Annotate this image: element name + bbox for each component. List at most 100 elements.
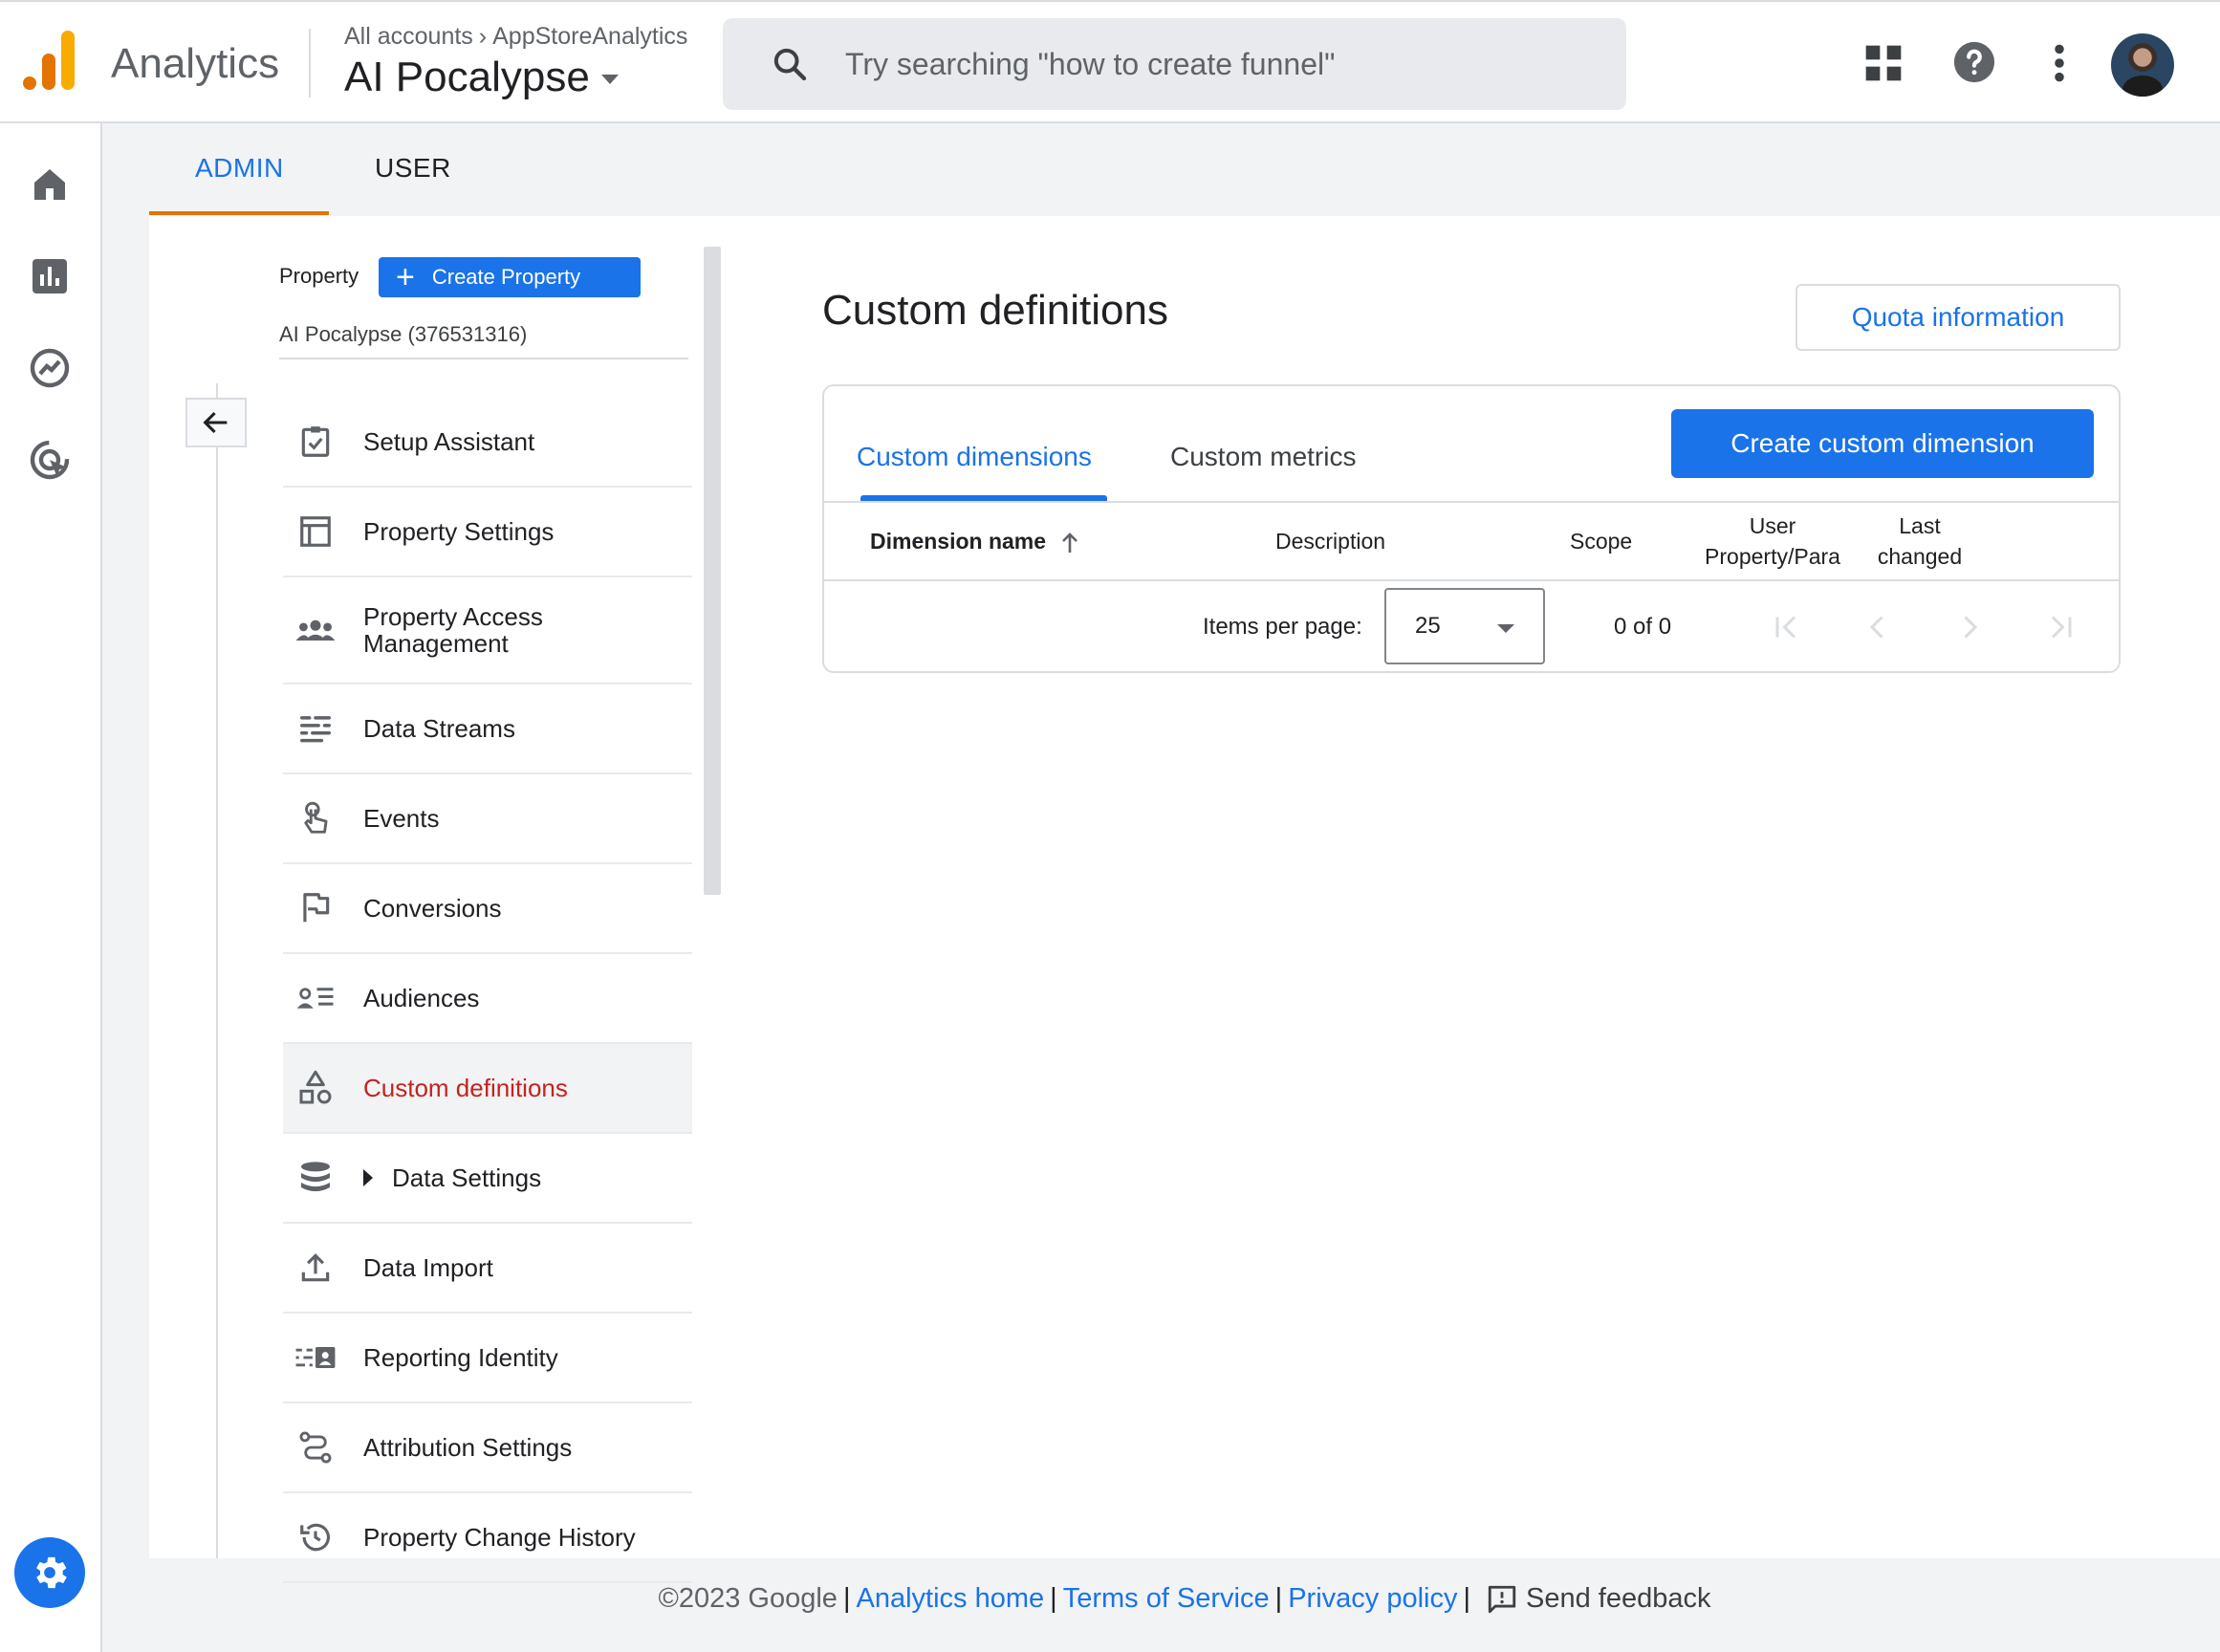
menu-item-label: Property Settings xyxy=(363,517,555,546)
attribution-icon xyxy=(294,1426,337,1468)
database-icon xyxy=(294,1157,337,1199)
expand-arrow-icon[interactable] xyxy=(363,1169,373,1186)
column-header-user-property[interactable]: User Property/Para xyxy=(1698,511,1847,572)
menu-item-conversions[interactable]: Conversions xyxy=(283,864,692,954)
reports-icon[interactable] xyxy=(27,253,73,299)
menu-item-custom-definitions[interactable]: Custom definitions xyxy=(283,1044,692,1134)
menu-item-property-settings[interactable]: Property Settings xyxy=(283,488,692,577)
caret-down-icon xyxy=(600,75,619,85)
more-vert-icon[interactable] xyxy=(2048,42,2071,84)
column-header-description[interactable]: Description xyxy=(1275,526,1385,556)
menu-item-label: Data Import xyxy=(363,1253,493,1282)
footer-separator: | xyxy=(1274,1583,1283,1614)
create-custom-dimension-button[interactable]: Create custom dimension xyxy=(1671,409,2094,478)
next-page-icon[interactable] xyxy=(1952,610,1987,644)
arrow-back-icon xyxy=(203,411,228,434)
divider xyxy=(309,29,311,98)
left-nav xyxy=(0,123,102,1652)
app-name: Analytics xyxy=(111,40,280,87)
send-feedback-label: Send feedback xyxy=(1526,1583,1711,1614)
shapes-icon xyxy=(294,1067,337,1109)
menu-item-label: Property Access Management xyxy=(363,602,543,658)
sort-ascending-icon[interactable] xyxy=(1059,532,1080,554)
definitions-card: Custom dimensions Custom metrics Create … xyxy=(822,384,2121,673)
footer-link-analytics-home[interactable]: Analytics home xyxy=(856,1583,1044,1614)
people-icon xyxy=(294,609,337,651)
menu-item-label: Events xyxy=(363,804,440,833)
analytics-logo-icon[interactable] xyxy=(23,31,76,90)
footer-separator: | xyxy=(842,1583,851,1614)
dropdown-arrow-icon xyxy=(1497,624,1514,633)
page-title: Custom definitions xyxy=(822,287,1168,334)
column-header-line: Property/Para xyxy=(1705,544,1840,569)
divider xyxy=(279,358,688,359)
column-header-scope[interactable]: Scope xyxy=(1570,526,1632,556)
breadcrumb[interactable]: All accounts › AppStoreAnalytics xyxy=(344,23,687,51)
menu-item-setup-assistant[interactable]: Setup Assistant xyxy=(283,398,692,488)
streams-icon xyxy=(294,707,337,750)
menu-item-reporting-identity[interactable]: Reporting Identity xyxy=(283,1314,692,1403)
tab-user[interactable]: USER xyxy=(375,153,451,184)
back-button[interactable] xyxy=(185,398,247,447)
breadcrumb-accounts[interactable]: All accounts xyxy=(344,23,473,50)
last-page-icon[interactable] xyxy=(2044,610,2079,644)
property-column: Property + Create Property AI Pocalypse … xyxy=(149,216,723,1583)
footer-link-privacy[interactable]: Privacy policy xyxy=(1288,1583,1457,1614)
footer-separator: | xyxy=(1050,1583,1057,1614)
create-property-button[interactable]: + Create Property xyxy=(379,257,641,297)
apps-grid-icon[interactable] xyxy=(1862,42,1904,84)
advertising-icon[interactable] xyxy=(27,437,73,483)
tab-custom-metrics[interactable]: Custom metrics xyxy=(1170,442,1356,472)
identity-icon xyxy=(294,1337,337,1379)
property-title: AI Pocalypse xyxy=(344,54,590,100)
history-icon xyxy=(294,1516,337,1558)
explore-icon[interactable] xyxy=(27,345,73,391)
scrollbar[interactable] xyxy=(704,247,721,895)
menu-item-property-access-management[interactable]: Property Access Management xyxy=(283,577,692,685)
feedback-icon xyxy=(1488,1586,1516,1614)
home-icon[interactable] xyxy=(27,162,73,207)
menu-item-audiences[interactable]: Audiences xyxy=(283,954,692,1044)
quota-information-button[interactable]: Quota information xyxy=(1796,284,2121,351)
menu-item-label: Property Change History xyxy=(363,1523,636,1552)
checklist-icon xyxy=(294,421,337,463)
menu-item-label: Data Settings xyxy=(392,1163,542,1192)
menu-item-label: Reporting Identity xyxy=(363,1343,558,1372)
menu-item-attribution-settings[interactable]: Attribution Settings xyxy=(283,1403,692,1493)
column-header-dimension-name[interactable]: Dimension name xyxy=(870,526,1080,556)
menu-item-property-change-history[interactable]: Property Change History xyxy=(283,1493,692,1583)
prev-page-icon[interactable] xyxy=(1861,610,1895,644)
property-selector[interactable]: AI Pocalypse xyxy=(344,54,619,101)
menu-item-data-streams[interactable]: Data Streams xyxy=(283,685,692,774)
menu-item-label: Setup Assistant xyxy=(363,427,535,456)
menu-item-label: Data Streams xyxy=(363,714,515,743)
footer-copyright: ©2023 Google xyxy=(658,1583,838,1614)
items-per-page-select[interactable]: 25 xyxy=(1384,588,1545,664)
search-bar[interactable]: Try searching "how to create funnel" xyxy=(723,18,1626,110)
tab-indicator xyxy=(149,211,329,215)
help-icon[interactable] xyxy=(1952,40,1996,84)
search-icon xyxy=(773,48,807,81)
items-per-page-label: Items per page: xyxy=(1203,614,1362,640)
footer-separator: | xyxy=(1463,1583,1471,1614)
search-input[interactable]: Try searching "how to create funnel" xyxy=(845,47,1335,82)
footer-link-terms[interactable]: Terms of Service xyxy=(1063,1583,1270,1614)
menu-item-data-import[interactable]: Data Import xyxy=(283,1224,692,1314)
tab-custom-dimensions[interactable]: Custom dimensions xyxy=(857,442,1092,472)
column-header-label: Dimension name xyxy=(870,529,1047,554)
admin-gear-icon[interactable] xyxy=(14,1537,85,1608)
menu-item-label: Audiences xyxy=(363,984,480,1012)
breadcrumb-account[interactable]: AppStoreAnalytics xyxy=(492,23,687,50)
tab-admin[interactable]: ADMIN xyxy=(195,153,284,184)
menu-item-label: Attribution Settings xyxy=(363,1433,573,1462)
first-page-icon[interactable] xyxy=(1769,610,1803,644)
column-header-last-changed[interactable]: Last changed xyxy=(1872,511,1968,572)
menu-item-data-settings[interactable]: Data Settings xyxy=(283,1134,692,1224)
footer: ©2023 Google | Analytics home | Terms of Ser… xyxy=(149,1583,2220,1616)
menu-item-events[interactable]: Events xyxy=(283,774,692,864)
avatar[interactable] xyxy=(2111,33,2174,97)
divider xyxy=(824,501,2119,503)
send-feedback-link[interactable]: Send feedback xyxy=(1476,1583,1711,1614)
upload-icon xyxy=(294,1247,337,1289)
property-label: Property xyxy=(279,264,359,288)
